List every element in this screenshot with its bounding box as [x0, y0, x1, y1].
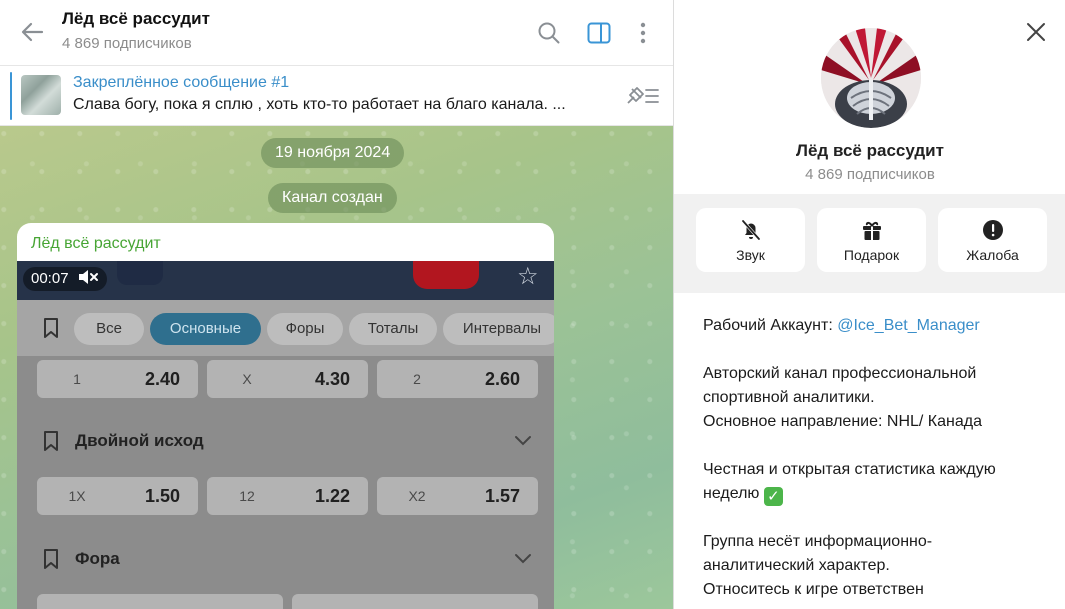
chat-subscribers: 4 869 подписчиков [62, 35, 192, 52]
odds-cell: 1X 1.50 [37, 477, 198, 515]
star-icon: ☆ [517, 263, 539, 290]
pinned-text: Слава богу, пока я сплю , хоть кто-то ра… [73, 96, 566, 113]
odds-label: 1X [68, 488, 86, 504]
odds-tab: Интервалы [443, 313, 554, 345]
channel-info-panel: Лёд всё рассудит 4 869 подписчиков Звук … [673, 0, 1065, 609]
odds-label: X [242, 371, 252, 387]
report-icon [983, 220, 1003, 240]
description-line: неделю [703, 485, 760, 502]
odds-tab: Форы [267, 313, 343, 345]
description-paragraph: Авторский канал профессиональной спортив… [703, 362, 1043, 434]
pinned-thumbnail [21, 75, 61, 115]
description-line: спортивной аналитики. [703, 389, 875, 406]
report-label: Жалоба [966, 247, 1019, 263]
odds-value: 2.40 [144, 369, 180, 389]
odds-cell: 12 1.22 [207, 477, 368, 515]
muted-icon[interactable] [77, 268, 99, 286]
odds-cell-partial [37, 594, 283, 609]
pinned-indicator [10, 72, 12, 120]
action-bar: Звук Подарок Жалоба [674, 194, 1065, 293]
description-line: Честная и открытая статистика каждую [703, 461, 996, 478]
video-duration: 00:07 [23, 267, 107, 291]
bell-off-icon [741, 220, 761, 240]
search-icon[interactable] [536, 20, 562, 46]
chevron-down-icon [515, 554, 531, 564]
odds-value: 4.30 [314, 369, 350, 389]
odds-cell: 1 2.40 [37, 360, 198, 398]
jersey-right-image [413, 261, 479, 289]
odds-cell: 2 2.60 [377, 360, 538, 398]
chat-panel: Лёд всё рассудит 4 869 подписчиков Закре… [0, 0, 673, 609]
video-time: 00:07 [31, 270, 69, 287]
back-arrow-icon[interactable] [18, 18, 46, 46]
message-video[interactable]: 00:07 ☆ Все Основные Форы Тоталы Интерва… [17, 261, 554, 609]
odds-label: 12 [239, 488, 255, 504]
odds-value: 2.60 [484, 369, 520, 389]
odds-tab-bar: Все Основные Форы Тоталы Интервалы [17, 300, 554, 356]
bookmark-icon [44, 318, 58, 338]
odds-tab-active: Основные [150, 313, 261, 345]
description-line: Группа несёт информационно- [703, 533, 933, 550]
close-icon[interactable] [1024, 20, 1048, 44]
sidebar-toggle-icon[interactable] [586, 20, 612, 46]
odds-cell: X 4.30 [207, 360, 368, 398]
description-paragraph: Группа несёт информационно- аналитически… [703, 530, 1043, 602]
date-pill: 19 ноября 2024 [261, 138, 405, 168]
chevron-down-icon [515, 436, 531, 446]
bookmark-icon [44, 431, 58, 451]
message-sender[interactable]: Лёд всё рассудит [31, 235, 161, 253]
gift-label: Подарок [843, 247, 900, 263]
odds-label: 1 [73, 371, 81, 387]
description-line: Относитесь к игре ответствен [703, 581, 924, 598]
section-title: Фора [75, 549, 120, 568]
gift-button[interactable]: Подарок [817, 208, 926, 272]
odds-value: 1.22 [314, 486, 350, 506]
more-icon[interactable] [630, 20, 656, 46]
channel-description: Рабочий Аккаунт: @Ice_Bet_Manager Авторс… [703, 314, 1043, 609]
description-text: Рабочий Аккаунт: [703, 317, 838, 334]
check-mark-icon: ✓ [763, 487, 783, 506]
description-line: Авторский канал профессиональной [703, 365, 977, 382]
section-title: Двойной исход [75, 431, 204, 450]
report-button[interactable]: Жалоба [938, 208, 1047, 272]
odds-label: X2 [408, 488, 426, 504]
odds-cell-partial [292, 594, 538, 609]
odds-cell: X2 1.57 [377, 477, 538, 515]
mute-label: Звук [736, 247, 765, 263]
jersey-left-image [117, 261, 163, 285]
manager-link[interactable]: @Ice_Bet_Manager [837, 317, 980, 334]
avatar-image [821, 28, 921, 128]
channel-avatar[interactable] [821, 28, 921, 128]
odds-tab: Тоталы [349, 313, 437, 345]
pinned-message-bar[interactable]: Закреплённое сообщение #1 Слава богу, по… [0, 66, 673, 126]
channel-subscribers: 4 869 подписчиков [805, 166, 935, 183]
bookmark-icon [44, 549, 58, 569]
pinned-list-icon[interactable] [624, 83, 660, 109]
odds-value: 1.57 [484, 486, 520, 506]
gift-icon [863, 221, 881, 240]
description-line: аналитический характер. [703, 557, 890, 574]
mute-button[interactable]: Звук [696, 208, 805, 272]
odds-value: 1.50 [144, 486, 180, 506]
channel-name: Лёд всё рассудит [796, 141, 944, 160]
description-line: Основное направление: NHL/ Канада [703, 413, 982, 430]
description-paragraph: Честная и открытая статистика каждую нед… [703, 458, 1043, 506]
service-message: Канал создан [268, 183, 397, 213]
chat-header: Лёд всё рассудит 4 869 подписчиков [0, 0, 673, 66]
chat-title[interactable]: Лёд всё рассудит [62, 9, 210, 29]
odds-tab: Все [74, 313, 144, 345]
message-bubble[interactable]: Лёд всё рассудит 00:07 ☆ Все Основные Фо… [17, 223, 554, 609]
description-paragraph: Рабочий Аккаунт: @Ice_Bet_Manager [703, 314, 1043, 338]
odds-label: 2 [413, 371, 421, 387]
pinned-title: Закреплённое сообщение #1 [73, 74, 290, 91]
